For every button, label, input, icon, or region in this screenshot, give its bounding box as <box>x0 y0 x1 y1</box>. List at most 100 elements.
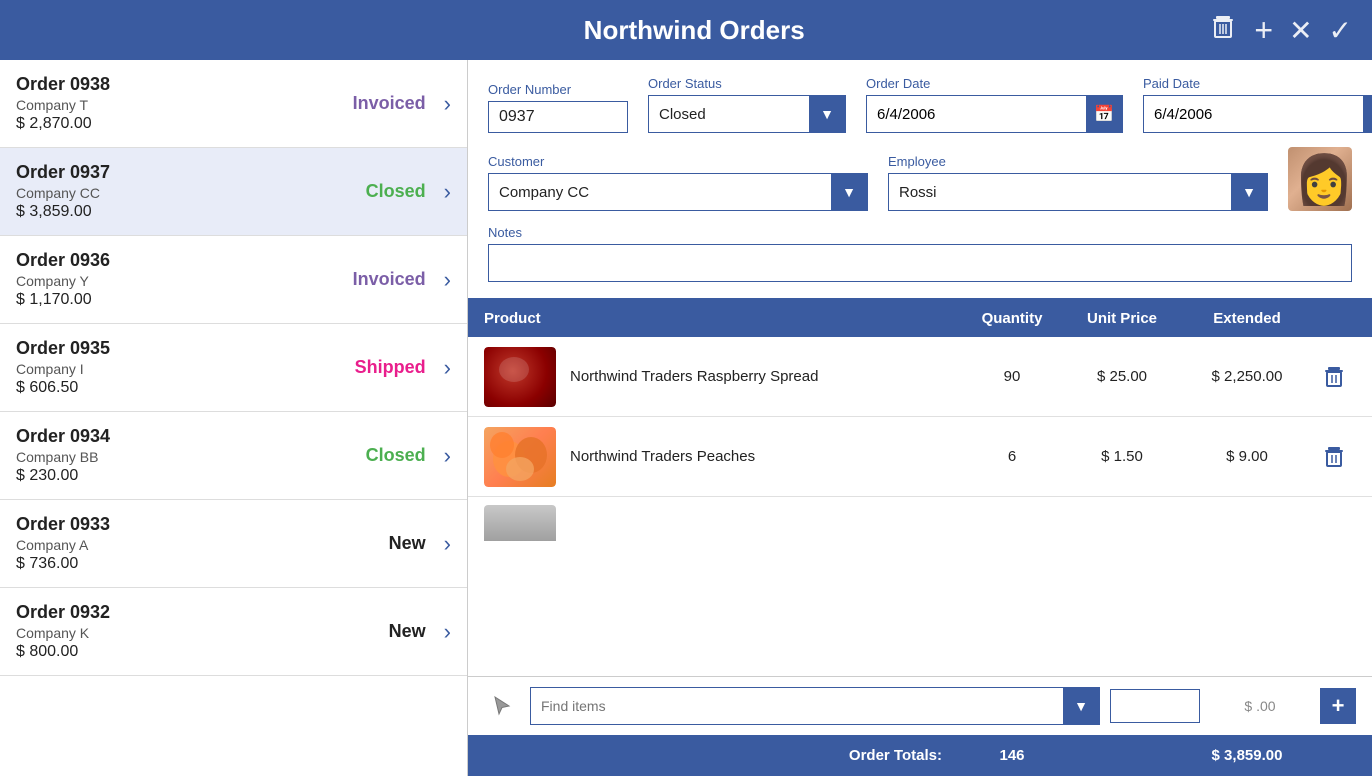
order-number: Order 0932 <box>16 602 326 623</box>
table-row: Northwind Traders Peaches 6 $ 1.50 $ 9.0… <box>468 417 1372 497</box>
order-info: Order 0937 Company CC $ 3,859.00 <box>16 162 326 221</box>
add-item-btn[interactable]: + <box>1320 688 1356 724</box>
order-status-select-wrapper: ▼ <box>648 95 846 133</box>
list-item[interactable]: Order 0934 Company BB $ 230.00 Closed › <box>0 412 467 500</box>
order-amount: $ 3,859.00 <box>16 203 326 221</box>
customer-input[interactable] <box>489 178 831 207</box>
order-date-calendar-btn[interactable]: 📅 <box>1086 96 1122 132</box>
order-amount: $ 736.00 <box>16 555 326 573</box>
order-info: Order 0932 Company K $ 800.00 <box>16 602 326 661</box>
order-status-input[interactable] <box>649 100 809 129</box>
list-item[interactable]: Order 0932 Company K $ 800.00 New › <box>0 588 467 676</box>
order-company: Company K <box>16 625 326 641</box>
cancel-icon[interactable]: ✕ <box>1289 14 1312 47</box>
order-list: Order 0938 Company T $ 2,870.00 Invoiced… <box>0 60 468 776</box>
form-row-1: Order Number Order Status ▼ Order Date 📅 <box>488 76 1352 133</box>
product-name-1: Northwind Traders Raspberry Spread <box>570 368 962 385</box>
app-title: Northwind Orders <box>180 15 1208 46</box>
order-date-input[interactable] <box>867 100 1086 129</box>
order-amount: $ 606.50 <box>16 379 326 397</box>
order-status-field: Order Status ▼ <box>648 76 846 133</box>
delete-product-1-btn[interactable] <box>1312 365 1356 389</box>
order-number-field: Order Number <box>488 82 628 133</box>
order-detail: Order Number Order Status ▼ Order Date 📅 <box>468 60 1372 776</box>
header-actions: + ✕ ✓ <box>1208 12 1352 49</box>
col-product-header: Product <box>484 310 962 327</box>
add-item-qty-input[interactable] <box>1110 689 1200 723</box>
product-image-raspberry <box>484 347 556 407</box>
table-row-partial <box>468 497 1372 541</box>
order-info: Order 0933 Company A $ 736.00 <box>16 514 326 573</box>
delete-product-2-btn[interactable] <box>1312 445 1356 469</box>
paid-date-input[interactable] <box>1144 100 1363 129</box>
notes-input[interactable] <box>488 244 1352 282</box>
order-info: Order 0938 Company T $ 2,870.00 <box>16 74 326 133</box>
order-status-label: Order Status <box>648 76 846 91</box>
order-number: Order 0933 <box>16 514 326 535</box>
order-date-label: Order Date <box>866 76 1123 91</box>
form-row-3: Notes <box>488 225 1352 282</box>
delete-icon[interactable] <box>1208 12 1238 49</box>
order-company: Company I <box>16 361 326 377</box>
find-items-dropdown-btn[interactable]: ▼ <box>1063 688 1099 724</box>
order-number: Order 0934 <box>16 426 326 447</box>
customer-field: Customer ▼ <box>488 154 868 211</box>
totals-qty: 146 <box>962 747 1062 764</box>
order-date-field: Order Date 📅 <box>866 76 1123 133</box>
products-table-header: Product Quantity Unit Price Extended <box>468 300 1372 337</box>
detail-form: Order Number Order Status ▼ Order Date 📅 <box>468 60 1372 300</box>
form-row-2: Customer ▼ Employee ▼ <box>488 147 1352 211</box>
chevron-right-icon: › <box>444 179 451 205</box>
notes-label: Notes <box>488 225 1352 240</box>
order-status-dropdown-btn[interactable]: ▼ <box>809 96 845 132</box>
main-content: Order 0938 Company T $ 2,870.00 Invoiced… <box>0 60 1372 776</box>
product-name-2: Northwind Traders Peaches <box>570 448 962 465</box>
order-status: Invoiced <box>326 269 426 290</box>
product-extended-1: $ 2,250.00 <box>1182 368 1312 385</box>
employee-photo <box>1288 147 1352 211</box>
employee-input[interactable] <box>889 178 1231 207</box>
order-status: New <box>326 621 426 642</box>
order-amount: $ 230.00 <box>16 467 326 485</box>
order-amount: $ 2,870.00 <box>16 115 326 133</box>
order-company: Company Y <box>16 273 326 289</box>
list-item[interactable]: Order 0937 Company CC $ 3,859.00 Closed … <box>0 148 467 236</box>
paid-date-wrapper: 📅 <box>1143 95 1372 133</box>
order-company: Company BB <box>16 449 326 465</box>
order-number-input[interactable] <box>488 101 628 133</box>
paid-date-calendar-btn[interactable]: 📅 <box>1363 96 1372 132</box>
add-item-row: ▼ $ .00 + <box>468 676 1372 735</box>
product-price-2: $ 1.50 <box>1062 448 1182 465</box>
order-status: New <box>326 533 426 554</box>
list-item[interactable]: Order 0936 Company Y $ 1,170.00 Invoiced… <box>0 236 467 324</box>
customer-dropdown-btn[interactable]: ▼ <box>831 174 867 210</box>
chevron-right-icon: › <box>444 531 451 557</box>
find-items-input[interactable] <box>531 690 1063 722</box>
add-icon[interactable]: + <box>1254 12 1273 49</box>
chevron-right-icon: › <box>444 443 451 469</box>
list-item[interactable]: Order 0938 Company T $ 2,870.00 Invoiced… <box>0 60 467 148</box>
confirm-icon[interactable]: ✓ <box>1329 14 1352 47</box>
app-header: Northwind Orders + ✕ ✓ <box>0 0 1372 60</box>
chevron-right-icon: › <box>444 91 451 117</box>
order-status: Shipped <box>326 357 426 378</box>
order-number: Order 0935 <box>16 338 326 359</box>
order-company: Company A <box>16 537 326 553</box>
list-item[interactable]: Order 0933 Company A $ 736.00 New › <box>0 500 467 588</box>
peaches-image <box>484 427 556 487</box>
paid-date-field: Paid Date 📅 <box>1143 76 1372 133</box>
employee-select-wrapper: ▼ <box>888 173 1268 211</box>
totals-amount: $ 3,859.00 <box>1182 747 1312 764</box>
notes-field: Notes <box>488 225 1352 282</box>
employee-dropdown-btn[interactable]: ▼ <box>1231 174 1267 210</box>
product-extended-2: $ 9.00 <box>1182 448 1312 465</box>
order-info: Order 0935 Company I $ 606.50 <box>16 338 326 397</box>
paid-date-label: Paid Date <box>1143 76 1372 91</box>
product-image-partial <box>484 505 556 541</box>
table-row: Northwind Traders Raspberry Spread 90 $ … <box>468 337 1372 417</box>
chevron-right-icon: › <box>444 619 451 645</box>
order-number: Order 0938 <box>16 74 326 95</box>
list-item[interactable]: Order 0935 Company I $ 606.50 Shipped › <box>0 324 467 412</box>
order-status: Closed <box>326 181 426 202</box>
order-amount: $ 800.00 <box>16 643 326 661</box>
